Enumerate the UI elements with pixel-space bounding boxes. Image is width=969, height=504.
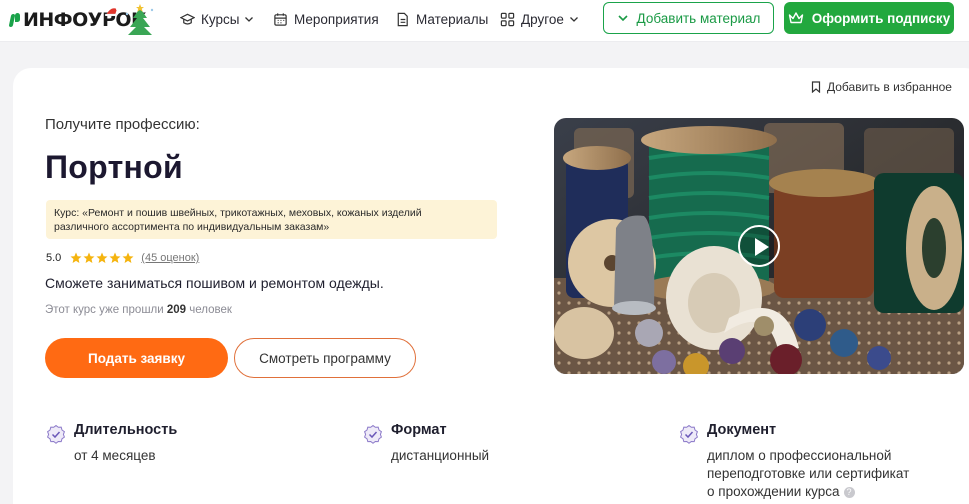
document-icon	[397, 12, 408, 26]
students-number: 209	[166, 304, 187, 316]
course-name-line1: Курс: «Ремонт и пошив швейных, трикотажн…	[54, 207, 422, 219]
graduation-cap-icon	[180, 13, 195, 25]
nav-other-label: Другое	[521, 11, 564, 27]
course-name-line2: различного ассортимента по индивидуальны…	[54, 221, 330, 233]
check-badge-icon	[363, 424, 383, 444]
feature-document-line2: переподготовке или сертификат	[707, 466, 910, 481]
profession-eyebrow: Получите профессию:	[45, 116, 200, 133]
nav-materials[interactable]: Материалы	[395, 0, 488, 38]
bookmark-icon	[811, 81, 821, 93]
subscribe-button[interactable]: Оформить подписку	[784, 2, 954, 34]
check-badge-icon	[46, 424, 66, 444]
feature-document-title: Документ	[707, 422, 777, 438]
santa-hat-icon	[105, 7, 119, 16]
nav-courses-label: Курсы	[201, 11, 240, 27]
chevron-down-icon	[245, 17, 254, 22]
calendar-icon	[274, 12, 287, 26]
nav-other[interactable]: Другое	[500, 0, 579, 38]
help-icon[interactable]: ?	[843, 486, 855, 498]
nav-materials-label: Материалы	[416, 11, 489, 27]
grid-icon	[500, 12, 515, 26]
feature-duration-value: от 4 месяцев	[74, 448, 156, 463]
logo-mark-icon	[10, 12, 21, 28]
nav-courses[interactable]: Курсы	[180, 0, 254, 38]
check-badge-icon	[679, 424, 699, 444]
add-material-label: Добавить материал	[636, 10, 761, 26]
feature-format-value: дистанционный	[391, 448, 490, 463]
chevron-down-icon	[569, 17, 578, 22]
feature-duration-title: Длительность	[74, 422, 178, 438]
reviews-link[interactable]: (45 оценок)	[141, 252, 199, 264]
nav-events-label: Мероприятия	[294, 11, 379, 27]
star-icon	[70, 252, 82, 263]
rating: 5.0 (45 оценок)	[46, 252, 199, 264]
view-program-button[interactable]: Смотреть программу	[234, 338, 416, 378]
play-icon[interactable]	[738, 225, 780, 267]
add-to-favorites[interactable]: Добавить в избранное	[811, 80, 952, 94]
students-suffix: человек	[189, 304, 232, 316]
apply-button[interactable]: Подать заявку	[45, 338, 228, 378]
students-count: Этот курс уже прошли 209 человек	[45, 304, 232, 316]
nav-events[interactable]: Мероприятия	[273, 0, 379, 38]
feature-document-line3-text: о прохождении курса	[707, 484, 840, 499]
top-header: ИНФОУРОК Курсы Мероприятия Материалы Дру…	[0, 0, 969, 42]
favorites-label: Добавить в избранное	[827, 80, 952, 94]
crown-icon	[788, 12, 803, 24]
feature-document-line1: диплом о профессиональной	[707, 448, 892, 463]
logo[interactable]: ИНФОУРОК	[10, 4, 154, 36]
course-benefit: Сможете заниматься пошивом и ремонтом од…	[45, 275, 384, 291]
chevron-down-icon	[617, 15, 628, 22]
feature-document-value: диплом о профессиональной переподготовке…	[707, 447, 909, 501]
students-prefix: Этот курс уже прошли	[45, 304, 164, 316]
rating-value: 5.0	[46, 252, 62, 264]
rating-stars	[70, 252, 135, 264]
star-icon	[109, 252, 121, 263]
star-icon	[96, 252, 108, 263]
subscribe-label: Оформить подписку	[811, 10, 951, 26]
christmas-tree-icon	[125, 4, 154, 35]
page-title: Портной	[45, 149, 183, 185]
feature-document-line3: о прохождении курса?	[707, 483, 909, 501]
star-icon	[122, 252, 134, 263]
feature-format-title: Формат	[391, 422, 447, 438]
star-icon	[83, 252, 95, 263]
add-material-button[interactable]: Добавить материал	[603, 2, 774, 34]
course-name-box: Курс: «Ремонт и пошив швейных, трикотажн…	[46, 200, 497, 239]
